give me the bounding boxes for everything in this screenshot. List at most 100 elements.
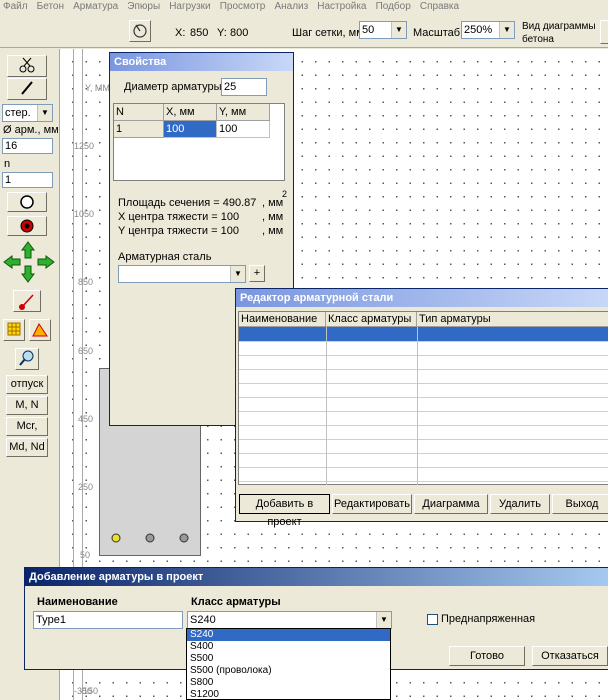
snap-icon [133,24,147,38]
menu-rebar[interactable]: Арматура [70,1,121,12]
delete-button[interactable]: Удалить [490,494,550,514]
edit-button[interactable]: Редактировать [332,494,412,514]
rebar-point[interactable] [145,533,155,543]
circle-icon [20,195,34,209]
dropdown-option[interactable]: S1200 [187,689,390,699]
column-divider [417,327,418,485]
tick-label: 1250 [74,141,95,151]
zoom-button[interactable] [15,348,39,370]
axis-label: Y, ММ [85,83,110,93]
coordinates-table[interactable]: N X, мм Y, мм 1 100 100 [113,103,285,181]
pen-tool-button[interactable] [7,78,47,100]
add-steel-button[interactable]: + [249,265,265,282]
diagram-type-label-1: Вид диаграммы [522,21,596,32]
ok-button[interactable]: Готово [449,646,525,666]
scissors-tool-button[interactable] [7,55,47,77]
prestressed-checkbox[interactable] [427,614,438,625]
mcr-ncr-button[interactable]: Mcr, Ncr [6,417,48,449]
add-rebar-title[interactable]: Добавление арматуры в проект [25,568,608,586]
chevron-down-icon: ▼ [391,22,406,38]
count-label: n [4,158,11,170]
rebar-diameter-label: Ø арм., мм [3,124,59,136]
class-select[interactable]: S240 ▼ [187,611,392,629]
chevron-down-icon: ▼ [499,22,514,38]
snap-button[interactable] [129,20,151,42]
grid-tool-button[interactable] [3,319,25,341]
md-nd-button[interactable]: Md, Nd [6,438,48,457]
diagram-button[interactable]: Диаграмма [414,494,488,514]
area-unit-exponent: 2 [282,189,288,199]
centroid-x-label: X центра тяжести = 100 [118,211,240,223]
menu-diagrams[interactable]: Эпюры [124,1,163,12]
steel-table[interactable]: Наименование Класс арматуры Тип арматуры [238,311,608,485]
rebar-diameter-label: Диаметр арматуры = [124,81,231,93]
menu-analysis[interactable]: Анализ [271,1,311,12]
class-dropdown-list[interactable]: S240 S400 S500 S500 (проволока) S800 S12… [186,628,391,700]
tick-label: 250 [78,482,94,492]
rebar-point[interactable] [179,533,189,543]
name-input[interactable]: Type1 [33,611,183,629]
scale-label: Масштаб [413,27,461,39]
tick-label: 850 [78,277,94,287]
menu-file[interactable]: Файл [0,1,31,12]
x-label: X: [175,27,186,39]
table-cell-x[interactable]: 100 [164,121,217,138]
menu-concrete[interactable]: Бетон [34,1,67,12]
area-label: Площадь сечения = 490.87 [118,197,257,209]
menu-view[interactable]: Просмотр [217,1,269,12]
grid-step-label: Шаг сетки, мм [292,27,364,39]
menu-settings[interactable]: Настройка [314,1,369,12]
grid-icon [7,322,21,336]
exit-button[interactable]: Выход [552,494,608,514]
column-divider [326,327,327,485]
grid-step-value: 50 [362,24,375,36]
centroid-x-unit: , мм [262,211,284,223]
rebar-steel-label: Арматурная сталь [118,251,212,263]
mn-button[interactable]: M, N [6,396,48,415]
grid-step-select[interactable]: 50 ▼ [359,21,407,39]
table-rows-empty[interactable] [239,341,608,485]
pen-icon [21,81,33,95]
rebar-point-button[interactable] [7,216,47,236]
properties-title[interactable]: Свойства [110,53,293,71]
cancel-button[interactable]: Отказаться [532,646,608,666]
move-arrows-icon[interactable] [2,240,56,284]
rebar-steel-editor-window[interactable]: Редактор арматурной стали Наименование К… [235,288,608,528]
table-cell-y[interactable]: 100 [217,121,270,138]
prestressed-label: Преднапряженная [441,613,536,625]
dropdown-option[interactable]: S500 [187,653,390,665]
editor-title[interactable]: Редактор арматурной стали [236,289,608,307]
rebar-diameter-input[interactable]: 25 [221,78,267,96]
rebar-point-selected[interactable] [111,533,121,543]
class-value: S240 [190,614,216,626]
zoom-icon [19,350,34,366]
chevron-down-icon: ▼ [376,612,391,628]
chevron-down-icon: ▼ [37,105,52,121]
diagram-icon [32,323,48,337]
table-cell-n[interactable]: 1 [114,121,164,138]
menu-help[interactable]: Справка [417,1,462,12]
menu-loads[interactable]: Нагрузки [166,1,213,12]
rebar-steel-select[interactable]: ▼ [118,265,246,283]
scale-select[interactable]: 250% ▼ [461,21,515,39]
line-tool-icon [19,294,34,310]
diagram-tool-button[interactable] [29,319,51,341]
dropdown-option[interactable]: S800 [187,677,390,689]
count-input[interactable]: 1 [2,172,53,188]
menu-selection[interactable]: Подбор [373,1,414,12]
dropdown-option[interactable]: S400 [187,641,390,653]
line-tool-button[interactable] [13,290,41,312]
diagram-type-label-2: бетона [522,34,554,45]
dropdown-option[interactable]: S240 [187,629,390,641]
rebar-type-select[interactable]: стер. ▼ [2,104,53,122]
release-button[interactable]: отпуск [6,375,48,394]
dropdown-option[interactable]: S500 (проволока) [187,665,390,677]
circle-tool-button[interactable] [7,192,47,212]
diagram-type-button[interactable] [600,20,608,44]
tick-label: 1050 [74,209,95,219]
rebar-diameter-input[interactable]: 16 [2,138,53,154]
column-header-name: Наименование [239,312,326,327]
add-to-project-button[interactable]: Добавить в проект [239,494,330,528]
menu-bar: Файл Бетон Арматура Эпюры Нагрузки Просм… [0,0,608,12]
table-row[interactable] [239,327,608,341]
